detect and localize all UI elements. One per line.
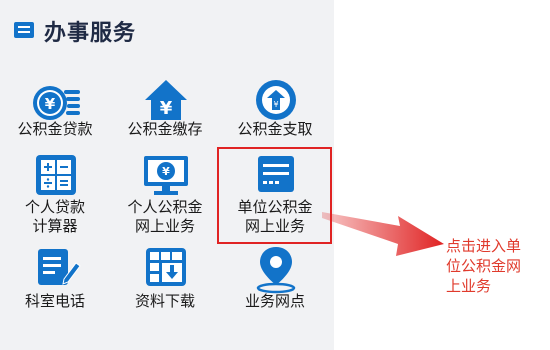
- service-label: 公积金支取: [237, 120, 313, 138]
- annotation-line: 位公积金网: [446, 257, 522, 275]
- service-label: 公积金贷款: [17, 120, 93, 138]
- grid-download-icon: [140, 245, 192, 295]
- service-label: 业务网点: [244, 292, 305, 310]
- annotation-text: 点击进入单 位公积金网 上业务: [446, 236, 546, 296]
- annotation-line: 点击进入单: [446, 237, 522, 255]
- notepad-pen-icon: [30, 245, 82, 295]
- annotation-line: 上业务: [446, 277, 492, 295]
- svg-text:¥: ¥: [162, 165, 170, 178]
- service-label: 个人贷款: [24, 198, 85, 216]
- service-label: 资料下载: [134, 292, 195, 310]
- service-label: 个人公积金: [127, 198, 203, 216]
- svg-text:¥: ¥: [45, 95, 56, 113]
- annotation-arrow-icon: [322, 212, 444, 256]
- calculator-icon: [30, 153, 82, 203]
- service-label: 网上业务: [134, 217, 195, 235]
- map-pin-icon: [250, 245, 302, 295]
- service-label: 科室电话: [24, 292, 85, 310]
- menu-list-icon: [14, 22, 34, 38]
- page-title: 办事服务: [44, 21, 137, 46]
- panel-header: 办事服务: [0, 0, 334, 50]
- highlight-box: [217, 147, 332, 244]
- svg-text:¥: ¥: [160, 98, 173, 119]
- svg-text:¥: ¥: [273, 100, 278, 109]
- service-panel: 办事服务 ¥ 公积金贷款 ¥ 公积金缴存 ¥ 公积金支取 个人贷款 计算器 ¥ …: [0, 0, 334, 350]
- monitor-yuan-icon: ¥: [140, 153, 192, 203]
- service-label: 计算器: [32, 217, 78, 235]
- service-label: 公积金缴存: [127, 120, 203, 138]
